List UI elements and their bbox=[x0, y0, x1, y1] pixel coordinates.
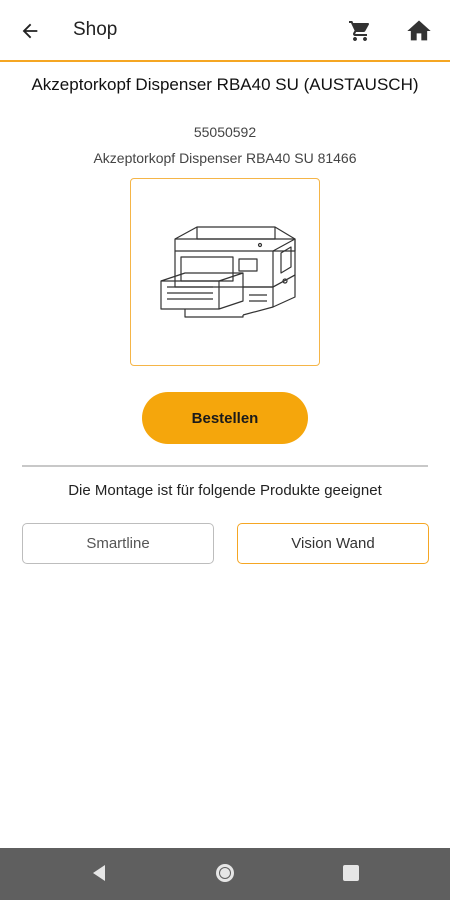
home-button[interactable] bbox=[403, 15, 435, 47]
nav-home-circle-icon[interactable] bbox=[214, 862, 236, 884]
home-icon bbox=[407, 20, 431, 41]
product-option-vision-wand[interactable]: Vision Wand bbox=[237, 523, 429, 564]
product-title: Akzeptorkopf Dispenser RBA40 SU (AUSTAUS… bbox=[31, 75, 419, 94]
page-title: Shop bbox=[73, 19, 118, 40]
back-button[interactable] bbox=[16, 17, 44, 45]
product-image-frame[interactable] bbox=[130, 178, 320, 366]
shopping-cart-icon bbox=[349, 21, 369, 41]
section-divider bbox=[22, 465, 428, 467]
compatibility-label: Die Montage ist für folgende Produkte ge… bbox=[68, 482, 382, 499]
order-button[interactable]: Bestellen bbox=[142, 392, 308, 444]
device-drawing-image bbox=[160, 226, 296, 318]
nav-recent-square-icon[interactable] bbox=[341, 863, 361, 883]
product-option-smartline[interactable]: Smartline bbox=[22, 523, 214, 564]
arrow-left-icon bbox=[22, 23, 38, 39]
app-bar: Shop bbox=[0, 0, 450, 62]
system-navigation-bar bbox=[0, 848, 450, 900]
cart-button[interactable] bbox=[345, 16, 375, 46]
product-number: 55050592 bbox=[193, 124, 257, 140]
product-description: Akzeptorkopf Dispenser RBA40 SU 81466 bbox=[93, 150, 357, 166]
nav-back-triangle-icon[interactable] bbox=[88, 862, 110, 884]
